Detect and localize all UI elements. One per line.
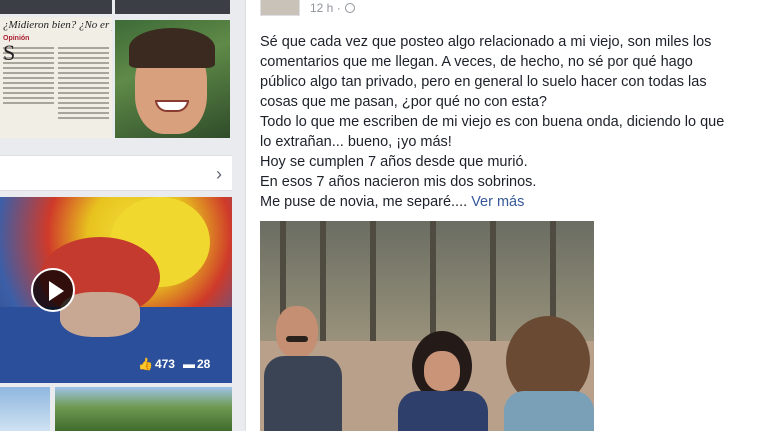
comment-icon: ▬ — [182, 357, 195, 371]
post-line: cosas que me pasan, ¿por qué no con esta… — [260, 94, 547, 110]
newspaper-section: Opinión — [3, 35, 30, 42]
top-thumbnail-left[interactable] — [0, 0, 112, 14]
post-photo[interactable] — [260, 221, 594, 431]
video-stats: 👍 473 ▬ 28 — [138, 357, 210, 371]
thumbs-up-icon: 👍 — [138, 357, 153, 371]
post-line: En esos 7 años nacieron mis dos sobrinos… — [260, 174, 537, 190]
post-timestamp[interactable]: 12 h · — [310, 1, 341, 15]
section-header-bar[interactable]: › — [0, 155, 232, 191]
post-line-last: Me puse de novia, me separé.... Ver más — [260, 192, 760, 212]
comments-count-group[interactable]: ▬ 28 — [183, 357, 210, 371]
avatar[interactable] — [260, 0, 300, 16]
likes-count: 473 — [154, 357, 175, 371]
top-thumbnail-right[interactable] — [115, 0, 230, 14]
post-line: Todo lo que me escriben de mi viejo es c… — [260, 114, 725, 130]
comments-count: 28 — [196, 357, 211, 371]
selfie-photo[interactable] — [115, 20, 230, 138]
post-line: Sé que cada vez que posteo algo relacion… — [260, 34, 712, 50]
post-meta: 12 h · — [310, 1, 355, 15]
facebook-feed: ¿Midieron bien? ¿No er poco? Opinión S — [0, 0, 767, 431]
play-icon[interactable] — [31, 268, 75, 312]
left-column: ¿Midieron bien? ¿No er poco? Opinión S — [0, 0, 245, 431]
newspaper-photo[interactable]: ¿Midieron bien? ¿No er poco? Opinión S — [0, 17, 112, 138]
post-line: público algo tan privado, pero en genera… — [260, 74, 707, 90]
see-more-link[interactable]: Ver más — [471, 194, 524, 210]
post-text: Sé que cada vez que posteo algo relacion… — [260, 32, 760, 212]
chevron-right-icon[interactable]: › — [216, 164, 222, 185]
globe-icon[interactable] — [344, 3, 355, 13]
likes-count-group[interactable]: 👍 473 — [138, 357, 175, 371]
post-line: Hoy se cumplen 7 años desde que murió. — [260, 154, 528, 170]
newspaper-columns: S — [0, 42, 112, 122]
post-line: comentarios que me llegan. A veces, de h… — [260, 54, 693, 70]
post-line-truncated: Me puse de novia, me separé.... — [260, 194, 468, 210]
post-card: 12 h · Sé que cada vez que posteo algo r… — [245, 0, 767, 431]
post-line: lo extrañan... bueno, ¡yo más! — [260, 134, 452, 150]
photo-thumbnail-sky[interactable] — [0, 387, 50, 431]
newspaper-headline: ¿Midieron bien? ¿No er poco? — [3, 19, 112, 31]
photo-thumbnail-trees[interactable] — [55, 387, 232, 431]
